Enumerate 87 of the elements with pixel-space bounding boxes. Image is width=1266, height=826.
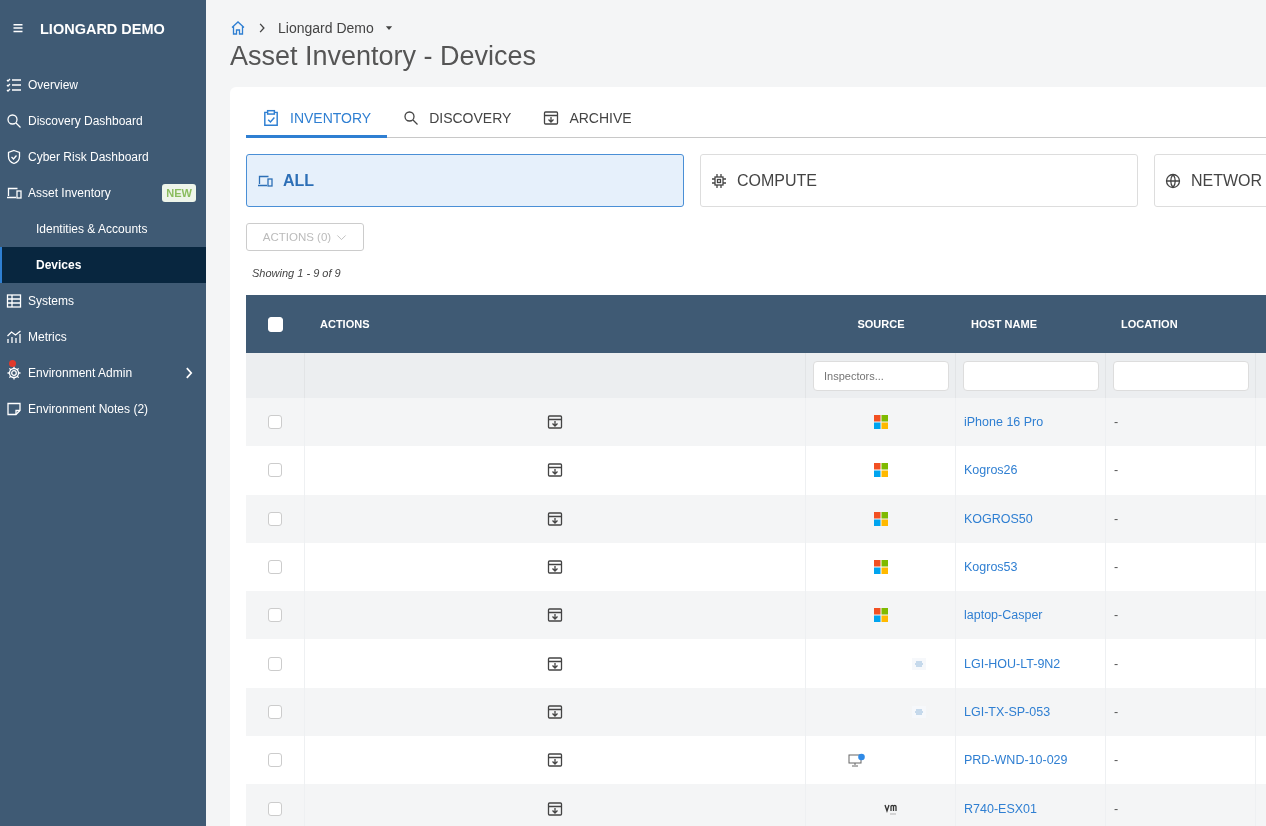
archive-icon	[547, 462, 563, 479]
windows-logo-icon	[873, 415, 888, 430]
row-checkbox[interactable]	[268, 415, 282, 430]
note-icon	[6, 401, 22, 417]
sidebar-item[interactable]: Devices	[0, 247, 206, 283]
search-icon	[403, 110, 420, 126]
globe-icon	[1165, 172, 1181, 189]
sidebar-item[interactable]: Identities & Accounts	[0, 211, 206, 247]
row-checkbox[interactable]	[268, 560, 282, 575]
table-cell: -	[1114, 704, 1119, 719]
search-icon	[6, 113, 22, 129]
chip-icon	[711, 172, 727, 189]
table-cell: -	[1114, 415, 1119, 430]
sidebar-item[interactable]: Environment Notes (2)	[0, 391, 206, 427]
column-header[interactable]: HOST NAME	[971, 318, 1037, 330]
row-checkbox[interactable]	[268, 704, 282, 719]
logo-icon	[911, 657, 926, 670]
sidebar-item[interactable]: Overview	[0, 67, 206, 103]
table-cell: -	[1114, 801, 1119, 816]
category-card[interactable]: ALL	[246, 154, 684, 207]
column-header[interactable]: ACTIONS	[320, 318, 370, 330]
row-checkbox[interactable]	[268, 608, 282, 623]
sidebar-item[interactable]: Metrics	[0, 319, 206, 355]
row-checkbox[interactable]	[268, 753, 282, 768]
table-cell: -	[1114, 560, 1119, 575]
host-link[interactable]: laptop-Casper	[964, 608, 1043, 623]
row-checkbox[interactable]	[268, 511, 282, 526]
clipboard-icon	[262, 109, 280, 127]
host-link[interactable]: iPhone 16 Pro	[964, 415, 1044, 430]
windows-logo-icon	[873, 511, 888, 526]
archive-icon	[547, 703, 563, 720]
sidebar-item[interactable]: Asset Inventory NEW	[0, 175, 206, 211]
host-link[interactable]: Kogros53	[964, 560, 1018, 575]
windows-logo-icon	[873, 560, 888, 575]
host-filter-field[interactable]	[963, 360, 1099, 391]
archive-icon	[543, 110, 560, 126]
metrics-icon	[6, 329, 22, 345]
checklist-icon	[6, 77, 22, 93]
new-badge: NEW	[162, 184, 196, 202]
sidebar-item[interactable]: Discovery Dashboard	[0, 103, 206, 139]
tab[interactable]: ARCHIVE	[527, 99, 648, 138]
shield-icon	[6, 149, 22, 165]
archive-icon	[547, 752, 563, 769]
table-cell: -	[1114, 463, 1119, 478]
select-all-checkbox[interactable]	[268, 316, 283, 332]
host-link[interactable]: KOGROS50	[964, 511, 1033, 526]
archive-icon	[547, 607, 563, 624]
monitor-icon	[847, 753, 866, 768]
archive-icon	[547, 414, 563, 431]
tab[interactable]: INVENTORY	[246, 99, 388, 138]
archive-icon	[547, 559, 563, 576]
page-title: Asset Inventory - Devices	[230, 41, 538, 72]
table-cell: -	[1114, 511, 1119, 526]
archive-icon	[547, 800, 563, 817]
column-header[interactable]: LOCATION	[1121, 318, 1178, 330]
table-icon	[6, 293, 22, 309]
app-title: LIONGARD DEMO	[40, 21, 165, 37]
tab[interactable]: DISCOVERY	[387, 99, 528, 138]
sidebar-item[interactable]: Environment Admin	[0, 355, 206, 391]
table-cell: -	[1114, 656, 1119, 671]
devices-icon	[6, 185, 22, 201]
gear-icon	[6, 365, 22, 381]
sidebar-item[interactable]: Systems	[0, 283, 206, 319]
source-filter-field[interactable]: Inspectors...	[813, 360, 949, 391]
menu-icon	[12, 22, 24, 34]
table-cell: -	[1114, 753, 1119, 768]
host-link[interactable]: LGI-HOU-LT-9N2	[964, 656, 1061, 671]
breadcrumb-link[interactable]: Liongard Demo	[278, 20, 374, 36]
host-link[interactable]: LGI-TX-SP-053	[964, 704, 1051, 719]
archive-icon	[547, 510, 563, 527]
row-checkbox[interactable]	[268, 801, 282, 816]
result-count: Showing 1 - 9 of 9	[252, 267, 342, 279]
row-checkbox[interactable]	[268, 656, 282, 671]
windows-logo-icon	[873, 608, 888, 623]
sidebar-item[interactable]: Cyber Risk Dashboard	[0, 139, 206, 175]
category-card[interactable]: COMPUTE	[700, 154, 1138, 207]
host-link[interactable]: R740-ESX01	[964, 801, 1037, 816]
archive-icon	[547, 655, 563, 672]
home-icon	[230, 20, 246, 36]
host-link[interactable]: Kogros26	[964, 463, 1018, 478]
row-checkbox[interactable]	[268, 463, 282, 478]
table-cell: -	[1114, 608, 1119, 623]
column-header[interactable]: SOURCE	[857, 318, 905, 330]
category-card[interactable]: NETWOR	[1154, 154, 1266, 207]
host-link[interactable]: PRD-WND-10-029	[964, 753, 1068, 768]
location-filter-field[interactable]	[1113, 360, 1249, 391]
windows-logo-icon	[873, 463, 888, 478]
